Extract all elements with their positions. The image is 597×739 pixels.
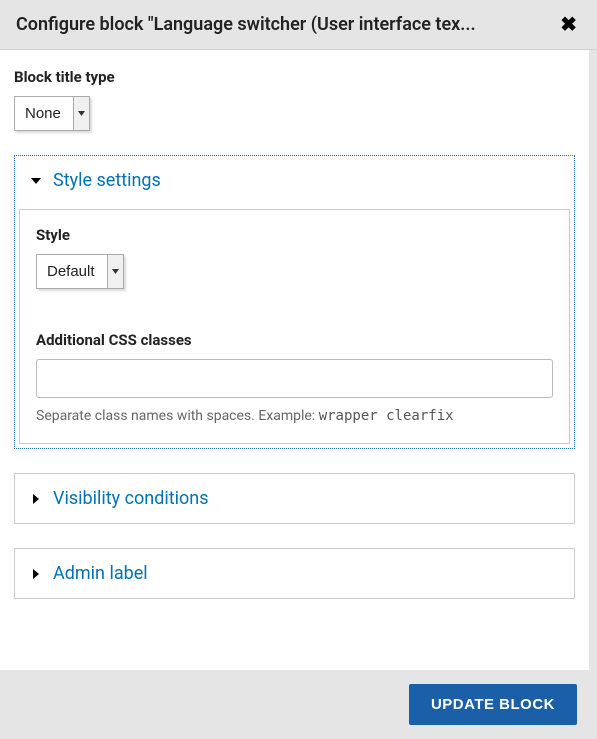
caret-right-icon — [31, 569, 41, 579]
admin-label-fieldset: Admin label — [14, 548, 575, 599]
style-settings-legend: Style settings — [53, 170, 161, 191]
style-group: Style Default — [36, 226, 553, 313]
style-settings-body: Style Default Additional CSS classes — [19, 209, 570, 444]
update-block-button[interactable]: UPDATE BLOCK — [409, 684, 577, 725]
css-classes-help-example: wrapper clearfix — [319, 408, 454, 424]
close-icon: ✖ — [560, 14, 577, 36]
dialog-title: Configure block "Language switcher (User… — [16, 14, 556, 35]
dialog-footer: UPDATE BLOCK — [0, 670, 597, 739]
visibility-conditions-toggle[interactable]: Visibility conditions — [15, 474, 574, 523]
css-classes-input[interactable] — [36, 359, 553, 398]
css-classes-help: Separate class names with spaces. Exampl… — [36, 406, 553, 427]
css-classes-help-prefix: Separate class names with spaces. Exampl… — [36, 408, 319, 424]
caret-down-icon — [31, 176, 41, 186]
style-settings-toggle[interactable]: Style settings — [15, 156, 574, 205]
block-title-type-select-wrap: None — [14, 96, 90, 131]
configure-block-dialog: Configure block "Language switcher (User… — [0, 0, 597, 739]
close-button[interactable]: ✖ — [556, 12, 581, 37]
css-classes-label: Additional CSS classes — [36, 331, 553, 349]
block-title-type-label: Block title type — [14, 68, 575, 86]
caret-right-icon — [31, 494, 41, 504]
block-title-type-select[interactable]: None — [14, 96, 90, 131]
visibility-conditions-fieldset: Visibility conditions — [14, 473, 575, 524]
dialog-header: Configure block "Language switcher (User… — [0, 0, 597, 50]
style-select[interactable]: Default — [36, 254, 124, 289]
admin-label-legend: Admin label — [53, 563, 148, 584]
visibility-conditions-legend: Visibility conditions — [53, 488, 209, 509]
style-settings-fieldset: Style settings Style Default Additi — [14, 155, 575, 449]
admin-label-toggle[interactable]: Admin label — [15, 549, 574, 598]
css-classes-group: Additional CSS classes Separate class na… — [36, 331, 553, 427]
style-select-wrap: Default — [36, 254, 124, 289]
dialog-body[interactable]: Block title type None Style settings Sty… — [0, 50, 597, 670]
style-label: Style — [36, 226, 553, 244]
